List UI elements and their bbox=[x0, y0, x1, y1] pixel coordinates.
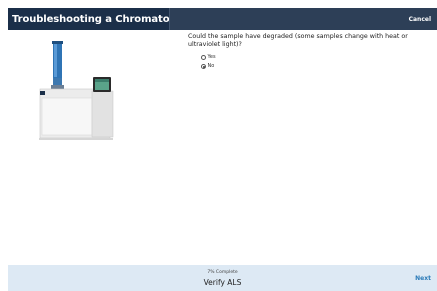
radio-no[interactable] bbox=[201, 63, 206, 69]
question-text: Could the sample have degraded (some sam… bbox=[188, 33, 408, 48]
cancel-button[interactable]: Cancel bbox=[409, 16, 437, 23]
header-title-block: Troubleshooting a Chromatographic Issue bbox=[8, 8, 244, 30]
option-no[interactable]: No bbox=[201, 63, 214, 69]
option-yes-label: Yes bbox=[207, 54, 216, 60]
option-no-label: No bbox=[207, 63, 215, 69]
instrument-shadow bbox=[39, 138, 113, 140]
troubleshooting-dialog: Troubleshooting a Chromatographic Issue … bbox=[0, 0, 437, 291]
progress-text: 7% Complete bbox=[207, 270, 238, 275]
dialog-header: Troubleshooting a Chromatographic Issue … bbox=[8, 8, 437, 30]
step-name: Verify ALS bbox=[203, 278, 242, 287]
autosampler-top bbox=[52, 41, 63, 44]
header-bar: Cancel bbox=[169, 8, 437, 30]
option-yes[interactable]: Yes bbox=[201, 54, 216, 60]
oven-door bbox=[41, 97, 93, 136]
dialog-footer: 7% Complete Verify ALS Next bbox=[8, 265, 437, 291]
autosampler-tower-highlight bbox=[54, 43, 57, 77]
next-button[interactable]: Next bbox=[415, 275, 431, 282]
autosampler-base bbox=[53, 78, 62, 86]
top-margin bbox=[0, 0, 437, 7]
side-module bbox=[91, 90, 114, 138]
touch-screen-accent bbox=[95, 79, 109, 82]
front-label bbox=[40, 91, 45, 95]
radio-yes[interactable] bbox=[201, 54, 206, 60]
dialog-content: Could the sample have degraded (some sam… bbox=[8, 30, 437, 265]
gas-chromatograph-image bbox=[39, 41, 114, 140]
